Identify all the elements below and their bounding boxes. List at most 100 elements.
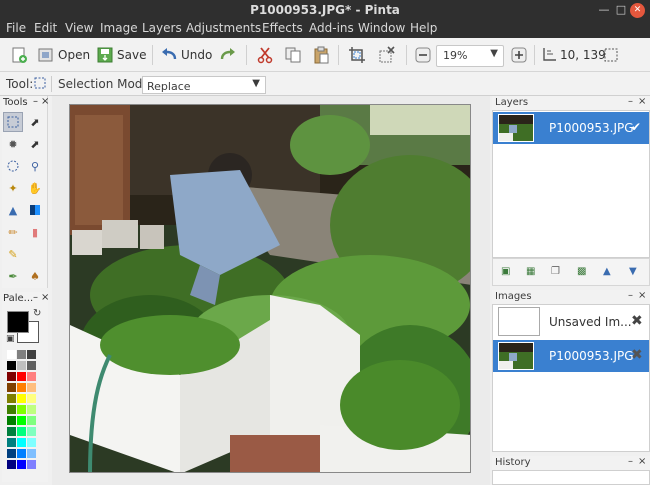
close-icon[interactable]: × (41, 292, 49, 303)
menu-layers[interactable]: Layers (142, 21, 182, 35)
rectangle-select-tool[interactable] (3, 112, 23, 132)
palette-swatch[interactable] (27, 438, 36, 447)
image-row[interactable]: Unsaved Im... ✖ (493, 306, 649, 338)
menu-view[interactable]: View (65, 21, 93, 35)
menu-edit[interactable]: Edit (34, 21, 57, 35)
palette-swatch[interactable] (7, 405, 16, 414)
layer-row[interactable]: P1000953.JPG ✔ (493, 112, 649, 144)
cut-icon[interactable] (256, 46, 274, 64)
palette-swatch[interactable] (7, 372, 16, 381)
palette-swatch[interactable] (7, 361, 16, 370)
palette-swatch[interactable] (17, 449, 26, 458)
clone-stamp-tool[interactable]: ♠ (25, 266, 45, 286)
palette-swatch[interactable] (7, 460, 16, 469)
menu-help[interactable]: Help (410, 21, 437, 35)
palette-swatch[interactable] (17, 372, 26, 381)
minimize-icon[interactable]: – (628, 290, 633, 301)
palette-swatch[interactable] (17, 394, 26, 403)
palette-swatch[interactable] (17, 427, 26, 436)
delete-layer-icon[interactable]: ▦ (526, 266, 535, 277)
menu-image[interactable]: Image (100, 21, 138, 35)
redo-icon[interactable] (219, 46, 237, 64)
layer-visible-checkbox[interactable]: ✔ (631, 120, 641, 134)
close-icon[interactable]: × (638, 290, 646, 301)
undo-icon[interactable] (160, 46, 178, 64)
palette-swatch[interactable] (27, 372, 36, 381)
maximize-icon[interactable]: □ (613, 2, 629, 18)
palette-swatch[interactable] (17, 460, 26, 469)
palette-swatch[interactable] (27, 449, 36, 458)
palette-swatch[interactable] (27, 460, 36, 469)
chevron-down-icon[interactable]: ▼ (490, 48, 498, 59)
paint-bucket-tool[interactable]: ▲ (3, 200, 23, 220)
swap-colors-icon[interactable]: ↻ (33, 308, 41, 319)
open-button[interactable]: Open (58, 48, 90, 62)
new-image-icon[interactable] (10, 46, 28, 64)
gradient-tool[interactable] (25, 200, 45, 220)
save-icon[interactable] (96, 46, 114, 64)
move-selected-tool[interactable]: ⬈ (25, 112, 45, 132)
close-image-icon[interactable]: ✖ (631, 347, 643, 363)
palette-swatch[interactable] (27, 427, 36, 436)
magic-wand-tool[interactable]: ✦ (3, 178, 23, 198)
image-row[interactable]: P1000953.JPG ✖ (493, 340, 649, 372)
palette-swatch[interactable] (7, 350, 16, 359)
menu-add-ins[interactable]: Add-ins (309, 21, 354, 35)
palette-swatch[interactable] (27, 350, 36, 359)
deselect-icon[interactable] (378, 46, 396, 64)
menu-effects[interactable]: Effects (262, 21, 303, 35)
move-layer-up-icon[interactable]: ▲ (603, 266, 611, 277)
selection-mode-select[interactable]: Replace ▼ (142, 76, 266, 94)
open-icon[interactable] (37, 46, 55, 64)
palette-swatch[interactable] (17, 383, 26, 392)
primary-color-swatch[interactable] (7, 311, 29, 333)
image-canvas[interactable] (69, 104, 471, 473)
paintbrush-tool[interactable]: ✏ (3, 222, 23, 242)
save-button[interactable]: Save (117, 48, 146, 62)
lasso-select-tool[interactable]: ✹ (3, 134, 23, 154)
palette-swatch[interactable] (17, 405, 26, 414)
paste-icon[interactable] (312, 46, 330, 64)
move-layer-down-icon[interactable]: ▼ (629, 266, 637, 277)
palette-swatch[interactable] (27, 383, 36, 392)
chevron-down-icon[interactable]: ▼ (252, 78, 260, 89)
palette-swatch[interactable] (17, 350, 26, 359)
palette-swatch[interactable] (17, 416, 26, 425)
palette-swatch[interactable] (27, 394, 36, 403)
menu-file[interactable]: File (6, 21, 26, 35)
palette-swatch[interactable] (27, 416, 36, 425)
minimize-icon[interactable]: – (33, 96, 38, 107)
menu-adjustments[interactable]: Adjustments (186, 21, 261, 35)
palette-swatch[interactable] (7, 416, 16, 425)
zoom-out-icon[interactable] (414, 46, 432, 64)
add-layer-icon[interactable]: ▣ (501, 266, 510, 277)
palette-swatch[interactable] (7, 394, 16, 403)
minimize-icon[interactable]: — (596, 2, 612, 18)
menu-window[interactable]: Window (358, 21, 405, 35)
pencil-tool[interactable]: ✎ (3, 244, 23, 264)
move-selection-tool[interactable]: ⬈ (25, 134, 45, 154)
merge-layer-down-icon[interactable]: ▩ (577, 266, 586, 277)
close-icon[interactable]: × (41, 96, 49, 107)
minimize-icon[interactable]: – (628, 456, 633, 467)
palette-swatch[interactable] (27, 405, 36, 414)
eraser-tool[interactable]: ▮ (25, 222, 45, 242)
close-icon[interactable]: × (638, 96, 646, 107)
zoom-in-icon[interactable] (510, 46, 528, 64)
close-image-icon[interactable]: ✖ (631, 313, 643, 329)
palette-swatch[interactable] (7, 449, 16, 458)
palette-swatch[interactable] (7, 438, 16, 447)
color-picker-tool[interactable]: ✒ (3, 266, 23, 286)
minimize-icon[interactable]: – (628, 96, 633, 107)
copy-icon[interactable] (284, 46, 302, 64)
minimize-icon[interactable]: – (33, 292, 38, 303)
ellipse-select-tool[interactable] (3, 156, 23, 176)
zoom-combobox[interactable]: 19% ▼ (436, 45, 504, 67)
palette-swatch[interactable] (27, 361, 36, 370)
pan-tool[interactable]: ✋ (25, 178, 45, 198)
reset-colors-icon[interactable]: ▣ (6, 334, 15, 344)
palette-swatch[interactable] (7, 383, 16, 392)
palette-swatch[interactable] (17, 361, 26, 370)
canvas-area[interactable] (52, 96, 490, 485)
crop-to-selection-icon[interactable] (348, 46, 366, 64)
